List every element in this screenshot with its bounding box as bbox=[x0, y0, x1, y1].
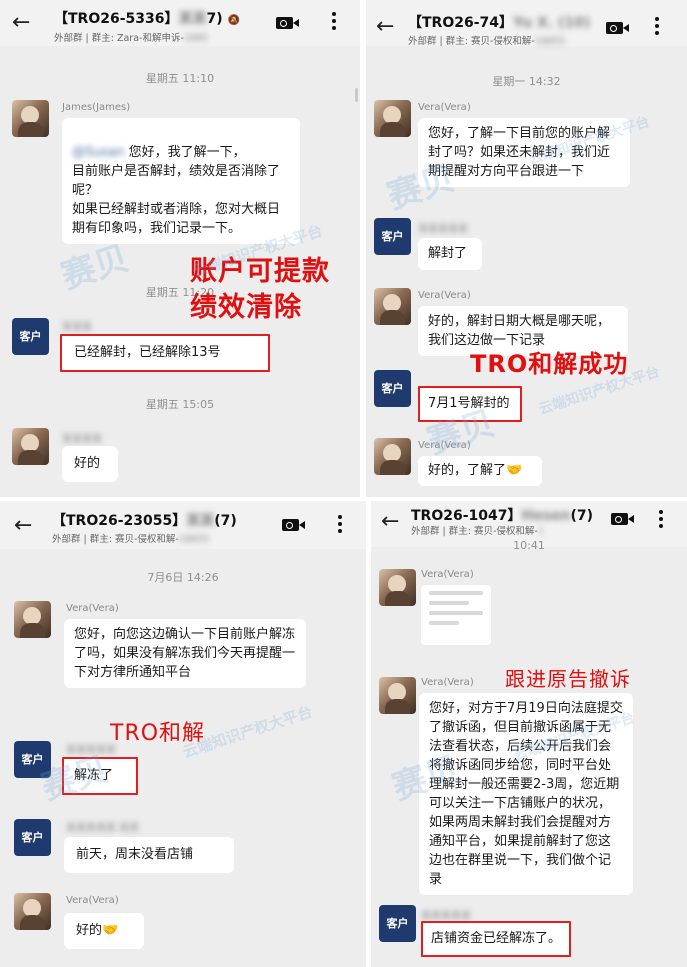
chat-subtitle: 外部群 | 群主: Zara-和解申诉-1885 bbox=[54, 33, 209, 44]
sender-name: 某某某某某 bbox=[421, 911, 471, 922]
message-bubble: 您好，向您这边确认一下目前账户解冻了吗，如果没有解冻我们今天再提醒一下对方律所通… bbox=[64, 619, 306, 688]
avatar[interactable] bbox=[14, 893, 51, 930]
image-attachment[interactable] bbox=[421, 585, 491, 645]
timestamp: 星期五 15:05 bbox=[145, 398, 215, 411]
more-options-icon[interactable] bbox=[332, 12, 336, 33]
sender-name: 某某某某 bbox=[62, 434, 102, 445]
video-call-icon[interactable] bbox=[606, 22, 629, 34]
chat-title: 【TRO26-74】Yu X. (10) bbox=[408, 15, 591, 31]
message-bubble-highlighted: 7月1号解封的 bbox=[418, 386, 522, 422]
avatar[interactable] bbox=[379, 677, 416, 714]
message-bubble: @Susan 您好，我了解一下， 目前账户是否解封，绩效是否消除了呢？ 如果已经… bbox=[62, 118, 300, 244]
sender-name: Vera(Vera) bbox=[66, 895, 119, 906]
timestamp: 10:41 bbox=[513, 539, 545, 552]
message-bubble-highlighted: 已经解封，已经解除13号 bbox=[60, 334, 270, 372]
sender-name: Vera(Vera) bbox=[418, 440, 471, 451]
chat-panel-tro26-23055: ← 【TRO26-23055】某某(7) 外部群 | 群主: 赛贝-侵权和解-1… bbox=[0, 501, 366, 967]
client-avatar[interactable]: 客户 bbox=[374, 218, 411, 255]
chat-subtitle: 外部群 | 群主: 赛贝-侵权和解-18855 bbox=[408, 36, 566, 47]
annotation-text: 跟进原告撤诉 bbox=[505, 667, 631, 691]
message-bubble: 解封了 bbox=[418, 238, 482, 270]
avatar[interactable] bbox=[374, 438, 411, 475]
sender-name: Vera(Vera) bbox=[66, 603, 119, 614]
chat-header: ← 【TRO26-23055】某某(7) 外部群 | 群主: 赛贝-侵权和解-1… bbox=[0, 501, 366, 549]
more-options-icon[interactable] bbox=[338, 515, 342, 536]
scrollbar[interactable] bbox=[355, 88, 358, 102]
client-avatar[interactable]: 客户 bbox=[374, 370, 411, 407]
message-bubble-highlighted: 店铺资金已经解冻了。 bbox=[421, 921, 571, 957]
sender-name: Vera(Vera) bbox=[418, 290, 471, 301]
chat-title: 【TRO26-5336】某某7) 🔕 bbox=[54, 11, 240, 27]
back-arrow-icon[interactable]: ← bbox=[12, 12, 30, 34]
annotation-text: TRO和解 bbox=[110, 721, 206, 746]
client-avatar[interactable]: 客户 bbox=[379, 905, 416, 942]
timestamp: 星期五 11:10 bbox=[145, 72, 215, 85]
video-call-icon[interactable] bbox=[276, 17, 299, 29]
chat-subtitle: 外部群 | 群主: 赛贝-侵权和解-18855 bbox=[52, 534, 210, 545]
chat-title: 【TRO26-23055】某某(7) bbox=[52, 513, 237, 529]
avatar[interactable] bbox=[12, 100, 49, 137]
sender-name: 某某某某某 bbox=[66, 745, 116, 756]
message-bubble: 前天，周末没看店铺 bbox=[64, 837, 234, 873]
message-bubble: 您好，对方于7月19日向法庭提交了撤诉函，但目前撤诉函属于无法查看状态，后续公开… bbox=[419, 693, 633, 895]
avatar[interactable] bbox=[374, 100, 411, 137]
chat-panel-tro26-5336: ← 【TRO26-5336】某某7) 🔕 外部群 | 群主: Zara-和解申诉… bbox=[0, 0, 360, 497]
message-bubble: 好的 bbox=[62, 446, 118, 482]
avatar[interactable] bbox=[14, 601, 51, 638]
back-arrow-icon[interactable]: ← bbox=[376, 16, 394, 38]
annotation-text: 账户可提款 绩效清除 bbox=[190, 256, 330, 323]
chat-panel-tro26-74: ← 【TRO26-74】Yu X. (10) 外部群 | 群主: 赛贝-侵权和解… bbox=[366, 0, 687, 497]
video-call-icon[interactable] bbox=[282, 519, 305, 531]
client-avatar[interactable]: 客户 bbox=[12, 318, 49, 355]
sender-name: Vera(Vera) bbox=[418, 102, 471, 113]
sender-name: Vera(Vera) bbox=[421, 677, 474, 688]
more-options-icon[interactable] bbox=[659, 510, 663, 531]
sender-name: 某某某某某 bbox=[418, 224, 468, 235]
avatar[interactable] bbox=[374, 288, 411, 325]
message-bubble-highlighted: 解冻了 bbox=[62, 757, 138, 795]
timestamp: 7月6日 14:26 bbox=[147, 571, 219, 584]
chat-panel-tro26-1047: ← TRO26-1047】Hesen(7) 外部群 | 群主: 赛贝-侵权和解-… bbox=[371, 501, 687, 967]
back-arrow-icon[interactable]: ← bbox=[14, 515, 32, 537]
client-avatar[interactable]: 客户 bbox=[14, 819, 51, 856]
mute-icon: 🔕 bbox=[227, 15, 240, 26]
sender-name: 某某某某某 某某 bbox=[66, 823, 140, 834]
more-options-icon[interactable] bbox=[655, 17, 659, 38]
chat-title: TRO26-1047】Hesen(7) bbox=[411, 508, 594, 524]
chat-header: ← 【TRO26-74】Yu X. (10) 外部群 | 群主: 赛贝-侵权和解… bbox=[366, 0, 687, 47]
timestamp: 星期一 14:32 bbox=[492, 75, 561, 88]
sender-name: Vera(Vera) bbox=[421, 569, 474, 580]
message-bubble: 好的，了解了🤝 bbox=[418, 456, 542, 486]
video-call-icon[interactable] bbox=[611, 513, 634, 525]
message-bubble: 您好，了解一下目前您的账户解封了吗？如果还未解封，我们近期提醒对方向平台跟进一下 bbox=[418, 118, 630, 187]
annotation-text: TRO和解成功 bbox=[470, 350, 629, 378]
client-avatar[interactable]: 客户 bbox=[14, 741, 51, 778]
sender-name: James(James) bbox=[62, 102, 131, 113]
back-arrow-icon[interactable]: ← bbox=[381, 511, 399, 533]
chat-subtitle: 外部群 | 群主: 赛贝-侵权和解-1 bbox=[411, 526, 544, 537]
sender-name: 某某某 bbox=[62, 322, 92, 333]
message-bubble: 好的🤝 bbox=[64, 913, 144, 949]
chat-header: ← 【TRO26-5336】某某7) 🔕 外部群 | 群主: Zara-和解申诉… bbox=[0, 0, 360, 46]
avatar[interactable] bbox=[12, 428, 49, 465]
avatar[interactable] bbox=[379, 569, 416, 606]
